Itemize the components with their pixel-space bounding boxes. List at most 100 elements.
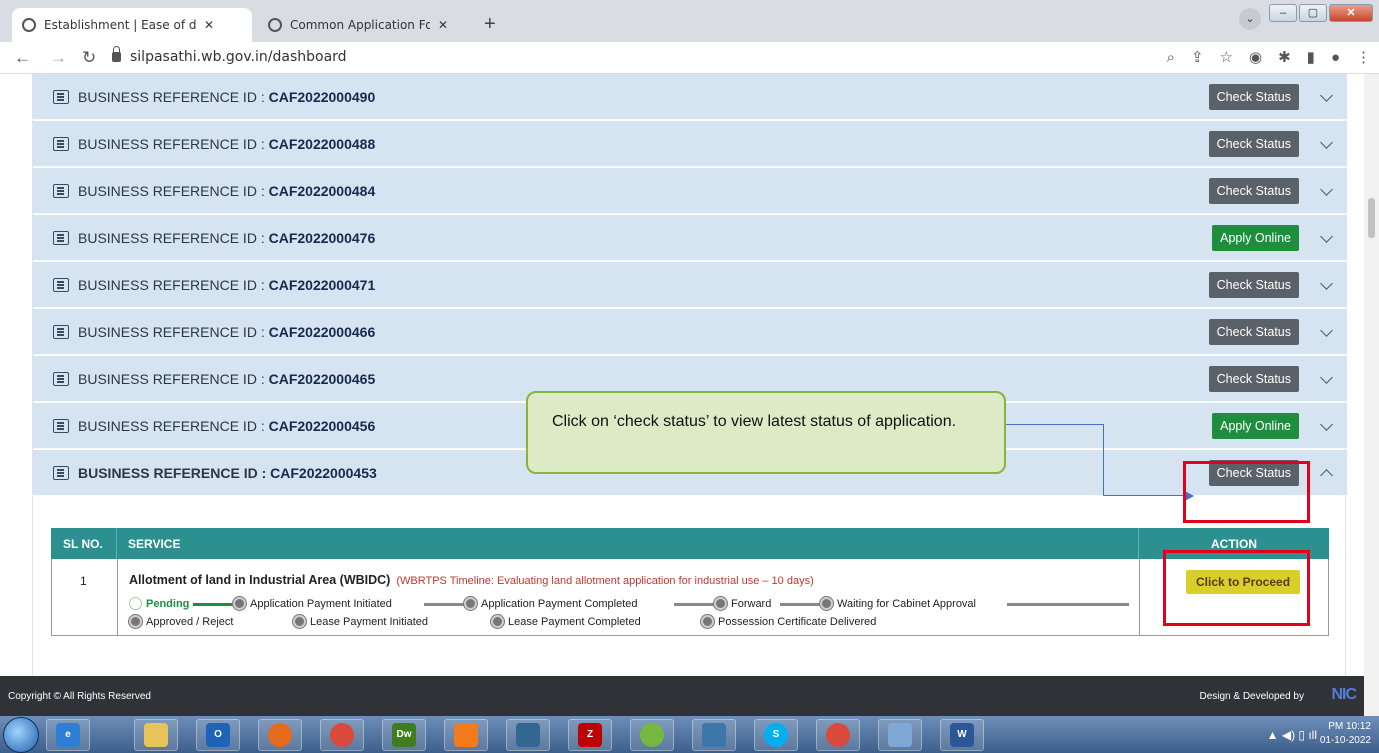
taskbar-clock[interactable]: PM 10:12 01-10-2022 [1320, 720, 1371, 748]
utorrent-icon[interactable] [630, 719, 674, 751]
profile-icon[interactable]: ● [1331, 47, 1340, 69]
document-icon [53, 466, 69, 480]
check-status-button[interactable]: Check Status [1208, 319, 1299, 345]
menu-icon[interactable]: ⋮ [1356, 47, 1371, 69]
chevron-down-icon[interactable] [1320, 418, 1333, 431]
status-dot-icon [233, 597, 246, 610]
close-tab-icon[interactable]: ✕ [438, 18, 448, 32]
document-icon [53, 231, 69, 245]
callout-connector [1103, 495, 1183, 496]
check-status-button[interactable]: Check Status [1208, 272, 1299, 298]
chrome-icon[interactable] [816, 719, 860, 751]
stage-pending: Pending [129, 597, 189, 610]
maximize-button[interactable]: ▢ [1299, 4, 1327, 22]
reference-label: BUSINESS REFERENCE ID : CAF2022000453 [78, 465, 377, 481]
check-circle-icon [129, 597, 142, 610]
camera-icon[interactable]: ◉ [1249, 47, 1262, 69]
reference-label: BUSINESS REFERENCE ID : CAF2022000471 [78, 277, 376, 293]
dreamweaver-icon[interactable]: Dw [382, 719, 426, 751]
outlook-icon[interactable]: O [196, 719, 240, 751]
tab-establishment[interactable]: Establishment | Ease of doing bu ✕ [12, 8, 252, 42]
page-scrollbar[interactable] [1364, 74, 1379, 716]
zoom-icon[interactable]: ⌕ [1167, 47, 1175, 69]
nic-logo: NIC [1331, 686, 1357, 703]
check-status-button[interactable]: Check Status [1208, 178, 1299, 204]
status-dot-icon [701, 615, 714, 628]
document-icon [53, 184, 69, 198]
chevron-down-icon[interactable] [1320, 371, 1333, 384]
new-tab-button[interactable]: + [484, 14, 496, 34]
tab-caf-preview[interactable]: Common Application Form Previ ✕ [258, 8, 480, 42]
chevron-down-icon[interactable] [1320, 89, 1333, 102]
reference-label: BUSINESS REFERENCE ID : CAF2022000465 [78, 371, 376, 387]
row-sl-no: 1 [80, 574, 87, 588]
minimize-button[interactable]: – [1269, 4, 1297, 22]
check-status-button[interactable]: Check Status [1208, 366, 1299, 392]
explorer-icon[interactable] [134, 719, 178, 751]
status-dot-icon [129, 615, 142, 628]
apply-online-button[interactable]: Apply Online [1212, 225, 1299, 251]
highlight-check-status [1183, 461, 1310, 523]
document-icon [53, 325, 69, 339]
skype-icon[interactable]: S [754, 719, 798, 751]
document-icon [53, 137, 69, 151]
chevron-down-icon[interactable] [1320, 183, 1333, 196]
table-row: 1 Allotment of land in Industrial Area (… [51, 559, 1329, 636]
start-button[interactable] [3, 717, 39, 753]
ie-icon[interactable]: e [46, 719, 90, 751]
globe-icon [22, 18, 36, 32]
status-dot-icon [464, 597, 477, 610]
apply-online-button[interactable]: Apply Online [1212, 413, 1299, 439]
word-icon[interactable]: W [940, 719, 984, 751]
chevron-down-icon[interactable] [1320, 230, 1333, 243]
reference-row[interactable]: BUSINESS REFERENCE ID : CAF2022000488 Ch… [33, 121, 1347, 167]
python-icon[interactable] [692, 719, 736, 751]
chevron-down-icon[interactable] [1320, 136, 1333, 149]
status-dot-icon [820, 597, 833, 610]
xampp-icon[interactable] [444, 719, 488, 751]
extensions-icon[interactable]: ✱ [1278, 47, 1291, 69]
tab-label: Establishment | Ease of doing bu [44, 18, 196, 32]
postgres-icon[interactable] [506, 719, 550, 751]
sidepanel-icon[interactable]: ▮ [1307, 47, 1315, 69]
chevron-up-icon[interactable] [1320, 469, 1333, 482]
stage-item: Application Payment Initiated [233, 597, 392, 610]
chevron-down-icon[interactable] [1320, 277, 1333, 290]
tab-search-button[interactable]: ⌄ [1239, 8, 1261, 30]
service-name: Allotment of land in Industrial Area (WB… [129, 573, 814, 587]
service-timeline: (WBRTPS Timeline: Evaluating land allotm… [396, 575, 814, 587]
screen: Establishment | Ease of doing bu ✕ Commo… [0, 0, 1379, 753]
scrollbar-thumb[interactable] [1368, 198, 1375, 238]
document-icon [53, 372, 69, 386]
reference-label: BUSINESS REFERENCE ID : CAF2022000476 [78, 230, 376, 246]
filezilla-icon[interactable]: Z [568, 719, 612, 751]
page-footer: Copyright © All Rights Reserved Design &… [0, 676, 1364, 716]
system-tray-icons[interactable]: ▲ ◀) ▯ ıll [1267, 728, 1317, 742]
reference-row[interactable]: BUSINESS REFERENCE ID : CAF2022000490 Ch… [33, 74, 1347, 120]
document-icon [53, 278, 69, 292]
chrome-icon[interactable] [320, 719, 364, 751]
callout-connector [1103, 424, 1104, 496]
firefox-icon[interactable] [258, 719, 302, 751]
copyright-text: Copyright © All Rights Reserved [8, 691, 151, 702]
check-status-button[interactable]: Check Status [1208, 84, 1299, 110]
reference-row[interactable]: BUSINESS REFERENCE ID : CAF2022000484 Ch… [33, 168, 1347, 214]
check-status-button[interactable]: Check Status [1208, 131, 1299, 157]
close-tab-icon[interactable]: ✕ [204, 18, 214, 32]
back-icon[interactable]: ← [14, 48, 31, 68]
reload-icon[interactable]: ↻ [82, 48, 96, 68]
reference-row[interactable]: BUSINESS REFERENCE ID : CAF2022000476 Ap… [33, 215, 1347, 261]
reference-row[interactable]: BUSINESS REFERENCE ID : CAF2022000471 Ch… [33, 262, 1347, 308]
share-icon[interactable]: ⇪ [1191, 47, 1204, 69]
status-dot-icon [491, 615, 504, 628]
stage-item: Lease Payment Initiated [293, 615, 428, 628]
reference-label: BUSINESS REFERENCE ID : CAF2022000466 [78, 324, 376, 340]
address-bar[interactable]: silpasathi.wb.gov.in/dashboard [130, 49, 347, 65]
globe-icon [268, 18, 282, 32]
chevron-down-icon[interactable] [1320, 324, 1333, 337]
reference-row[interactable]: BUSINESS REFERENCE ID : CAF2022000466 Ch… [33, 309, 1347, 355]
forward-icon[interactable]: → [50, 48, 67, 68]
notepad-icon[interactable] [878, 719, 922, 751]
close-window-button[interactable]: ✕ [1329, 4, 1373, 22]
bookmark-star-icon[interactable]: ☆ [1220, 47, 1233, 69]
